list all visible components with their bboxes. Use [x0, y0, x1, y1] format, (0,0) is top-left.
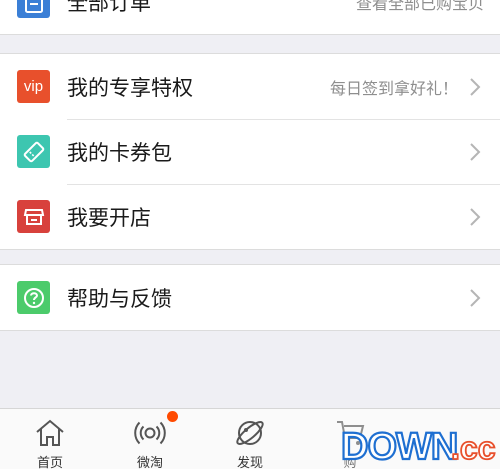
help-section: 帮助与反馈 [0, 264, 500, 331]
vip-privilege-hint: 每日签到拿好礼！ [329, 78, 458, 98]
vip-icon: vip [17, 70, 50, 103]
broadcast-icon [134, 421, 166, 445]
chevron-right-icon [470, 288, 481, 307]
vip-icon-text: vip [23, 78, 44, 95]
tab-discover[interactable]: 发现 [200, 409, 300, 469]
svg-text:.cc: .cc [451, 430, 495, 466]
account-screen: 全部订单 查看全部已购宝贝 vip 我的专享特权 每日签到拿好礼！ 我的卡券包 … [0, 0, 500, 469]
tab-weitao-label: 微淘 [136, 456, 163, 469]
services-section: vip 我的专享特权 每日签到拿好礼！ 我的卡券包 我要开店 [0, 53, 500, 250]
vip-privilege-label: 我的专享特权 [67, 75, 193, 100]
help-icon [17, 281, 50, 314]
help-feedback-row[interactable]: 帮助与反馈 [0, 265, 500, 330]
planet-icon [236, 421, 264, 445]
help-feedback-label: 帮助与反馈 [67, 286, 172, 311]
chevron-right-icon [470, 207, 481, 226]
orders-section: 全部订单 查看全部已购宝贝 [0, 0, 500, 35]
tab-home[interactable]: 首页 [0, 409, 100, 469]
orders-icon [17, 0, 50, 18]
shop-icon [17, 200, 50, 233]
notification-badge [167, 411, 178, 422]
all-orders-hint: 查看全部已购宝贝 [355, 0, 484, 13]
vip-privilege-row[interactable]: vip 我的专享特权 每日签到拿好礼！ [0, 54, 500, 119]
ticket-icon [17, 135, 50, 168]
home-icon [36, 419, 64, 446]
svg-text:DOWN: DOWN [341, 426, 457, 468]
open-shop-label: 我要开店 [67, 205, 151, 230]
tab-discover-label: 发现 [236, 456, 263, 469]
tab-weitao[interactable]: 微淘 [100, 409, 200, 469]
coupon-wallet-label: 我的卡券包 [67, 140, 172, 165]
chevron-right-icon [470, 142, 481, 161]
tab-home-label: 首页 [36, 456, 63, 469]
open-shop-row[interactable]: 我要开店 [0, 184, 500, 249]
chevron-right-icon [470, 77, 481, 96]
watermark-logo: DOWN .cc [337, 416, 500, 469]
all-orders-row[interactable]: 全部订单 查看全部已购宝贝 [0, 0, 500, 34]
all-orders-label: 全部订单 [67, 0, 151, 15]
coupon-wallet-row[interactable]: 我的卡券包 [0, 119, 500, 184]
